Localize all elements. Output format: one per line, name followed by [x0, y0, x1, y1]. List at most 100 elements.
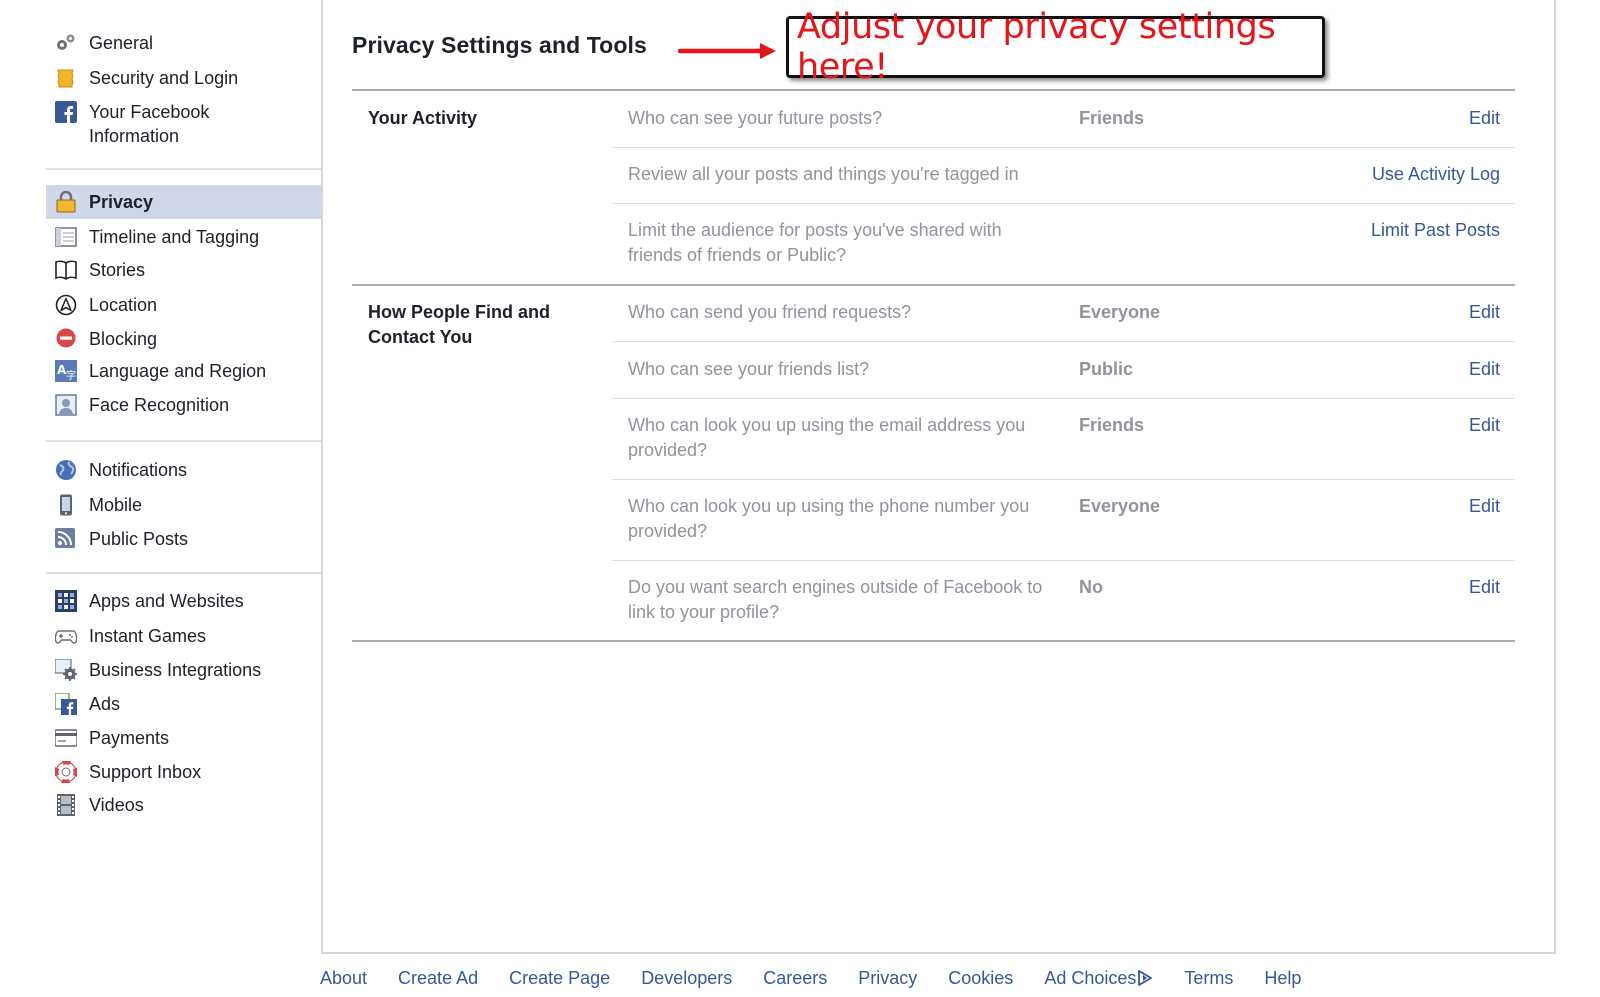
footer-link-terms[interactable]: Terms [1184, 966, 1233, 990]
row-divider [612, 560, 1515, 561]
rss-icon [55, 528, 77, 550]
facebook-icon [55, 101, 77, 123]
sidebar-item-your-facebook-information[interactable]: Your Facebook Information [46, 100, 322, 148]
footer-link-about[interactable]: About [320, 966, 367, 990]
sidebar-item-blocking[interactable]: Blocking [46, 327, 322, 351]
footer-link-create-page[interactable]: Create Page [509, 966, 610, 990]
setting-value: Friends [1079, 108, 1145, 128]
sidebar-item-label: Language and Region [89, 361, 267, 381]
book-icon [55, 259, 77, 281]
sidebar-item-label: Face Recognition [89, 395, 230, 415]
edit-friend-requests-link[interactable]: Edit [1469, 300, 1500, 325]
setting-value: Everyone [1079, 496, 1161, 516]
sidebar-item-public-posts[interactable]: Public Posts [46, 527, 322, 551]
language-icon: A字 [55, 360, 77, 382]
footer-link-developers[interactable]: Developers [641, 966, 732, 990]
sidebar-item-label: Notifications [89, 460, 188, 480]
section-divider [352, 640, 1515, 642]
sidebar-item-stories[interactable]: Stories [46, 258, 322, 282]
business-gear-icon [55, 659, 77, 681]
footer-link-privacy[interactable]: Privacy [858, 966, 917, 990]
edit-phone-lookup-link[interactable]: Edit [1469, 494, 1500, 519]
sidebar-item-payments[interactable]: Payments [46, 726, 322, 750]
sidebar-divider [46, 168, 322, 170]
settings-main-panel [321, 0, 1556, 954]
ads-icon [55, 693, 77, 715]
blocking-icon [55, 328, 77, 350]
sidebar-item-business-integrations[interactable]: Business Integrations [46, 658, 322, 682]
sidebar-item-label: Ads [89, 694, 121, 714]
sidebar-item-general[interactable]: General [46, 31, 322, 55]
sidebar-item-label: Your Facebook Information [89, 102, 210, 146]
sidebar-item-mobile[interactable]: Mobile [46, 493, 322, 517]
face-recognition-icon [55, 394, 77, 416]
sidebar-item-instant-games[interactable]: Instant Games [46, 624, 322, 648]
sidebar-item-label: Security and Login [89, 68, 239, 88]
sidebar-item-timeline-and-tagging[interactable]: Timeline and Tagging [46, 225, 322, 249]
setting-question: Limit the audience for posts you've shar… [628, 220, 1002, 265]
globe-icon [55, 459, 77, 481]
limit-past-posts-link[interactable]: Limit Past Posts [1371, 218, 1500, 243]
mobile-icon [55, 494, 77, 516]
sidebar-item-apps-and-websites[interactable]: Apps and Websites [46, 589, 322, 613]
badge-icon [55, 67, 77, 89]
sidebar-item-label: Support Inbox [89, 762, 202, 782]
footer-link-ad-choices[interactable]: Ad Choices [1044, 966, 1153, 990]
setting-value: No [1079, 577, 1103, 597]
credit-card-icon [55, 727, 77, 749]
sidebar-divider [46, 572, 322, 574]
sidebar-item-notifications[interactable]: Notifications [46, 458, 322, 482]
callout-arrow-icon [678, 43, 776, 59]
section-title-your-activity: Your Activity [368, 108, 478, 128]
sidebar-item-label: Mobile [89, 495, 143, 515]
sidebar-item-label: Timeline and Tagging [89, 227, 260, 247]
section-divider [352, 284, 1515, 286]
footer-link-help[interactable]: Help [1264, 966, 1301, 990]
sidebar-item-face-recognition[interactable]: Face Recognition [46, 393, 322, 417]
timeline-icon [55, 226, 77, 248]
sidebar-item-location[interactable]: Location [46, 293, 322, 317]
footer-link-label: Ad Choices [1044, 968, 1137, 988]
annotation-callout: Adjust your privacy settings here! [786, 7, 1325, 87]
sidebar-item-security-and-login[interactable]: Security and Login [46, 66, 322, 90]
setting-value: Public [1079, 359, 1134, 379]
gears-icon [55, 32, 77, 54]
location-icon [55, 294, 77, 316]
sidebar-item-label: Apps and Websites [89, 591, 244, 611]
sidebar-item-label: Location [89, 295, 158, 315]
sidebar-item-label: Videos [89, 795, 144, 815]
row-divider [612, 203, 1515, 204]
setting-question: Who can look you up using the phone numb… [628, 496, 1030, 541]
edit-friends-list-link[interactable]: Edit [1469, 357, 1500, 382]
sidebar-item-label: Privacy [89, 192, 154, 212]
footer-link-cookies[interactable]: Cookies [948, 966, 1013, 990]
footer-link-create-ad[interactable]: Create Ad [398, 966, 478, 990]
use-activity-log-link[interactable]: Use Activity Log [1372, 162, 1500, 187]
film-icon [55, 794, 77, 816]
row-divider [612, 479, 1515, 480]
sidebar-item-label: General [89, 33, 154, 53]
setting-value: Everyone [1079, 302, 1161, 322]
setting-value: Friends [1079, 415, 1145, 435]
ad-choices-icon [1138, 970, 1153, 986]
sidebar-item-support-inbox[interactable]: Support Inbox [46, 760, 322, 784]
sidebar-item-privacy[interactable]: Privacy [46, 185, 322, 219]
edit-email-lookup-link[interactable]: Edit [1469, 413, 1500, 438]
row-divider [612, 147, 1515, 148]
sidebar-item-label: Instant Games [89, 626, 207, 646]
lock-icon [55, 191, 77, 213]
edit-future-posts-link[interactable]: Edit [1469, 106, 1500, 131]
sidebar-item-label: Payments [89, 728, 170, 748]
section-divider [352, 89, 1515, 91]
sidebar-item-label: Blocking [89, 329, 158, 349]
sidebar-item-language-and-region[interactable]: A字 Language and Region [46, 359, 322, 383]
sidebar-item-label: Business Integrations [89, 660, 262, 680]
edit-search-engine-link[interactable]: Edit [1469, 575, 1500, 600]
apps-icon [55, 590, 77, 612]
sidebar-item-label: Stories [89, 260, 146, 280]
sidebar-divider [46, 440, 322, 442]
sidebar-item-videos[interactable]: Videos [46, 793, 322, 817]
setting-question: Who can see your future posts? [628, 108, 883, 128]
sidebar-item-ads[interactable]: Ads [46, 692, 322, 716]
footer-link-careers[interactable]: Careers [763, 966, 827, 990]
